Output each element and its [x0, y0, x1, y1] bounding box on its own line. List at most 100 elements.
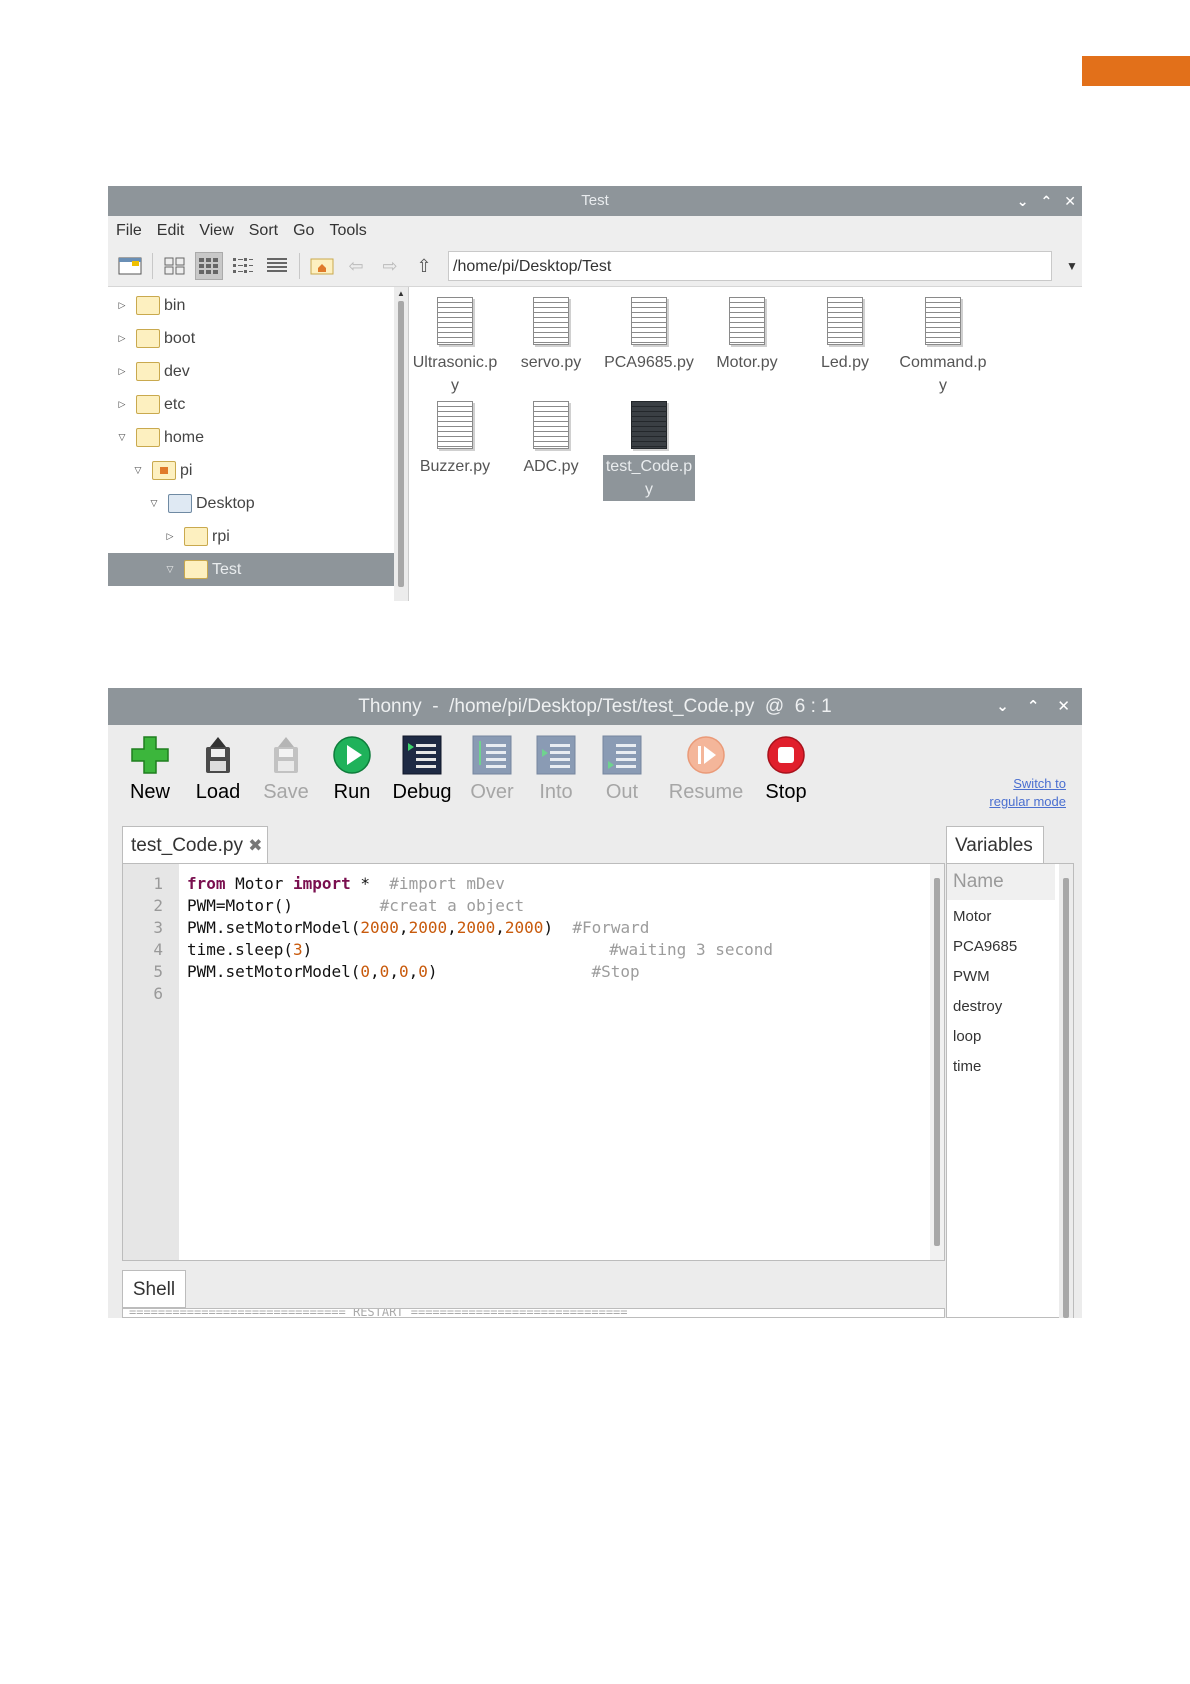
file-item[interactable]: servo.py: [505, 297, 597, 374]
variables-name-header[interactable]: Name: [947, 864, 1055, 900]
line-number-gutter: 1 2 3 4 5 6: [123, 864, 179, 1260]
tree-item-dev[interactable]: ▷ dev: [108, 355, 394, 388]
maximize-icon[interactable]: ⌃: [1041, 186, 1053, 216]
text-file-icon: [533, 297, 569, 345]
scrollbar-thumb[interactable]: [398, 301, 404, 587]
side-pane-toggle-icon[interactable]: [116, 252, 144, 280]
home-folder-icon[interactable]: [308, 252, 336, 280]
expand-arrow-icon[interactable]: ▷: [116, 399, 128, 410]
file-item[interactable]: Motor.py: [701, 297, 793, 374]
collapse-arrow-icon[interactable]: ▽: [132, 465, 144, 476]
tree-item-pi[interactable]: ▽ pi: [108, 454, 394, 487]
text-file-icon: [437, 401, 473, 449]
variables-scrollbar[interactable]: [1059, 864, 1073, 1318]
window-title: Test: [581, 192, 609, 209]
close-tab-icon[interactable]: ✖: [248, 836, 262, 855]
maximize-icon[interactable]: ⌃: [1027, 688, 1040, 725]
tree-item-rpi[interactable]: ▷ rpi: [108, 520, 394, 553]
file-item[interactable]: Command.p y: [897, 297, 989, 397]
tree-item-bin[interactable]: ▷ bin: [108, 289, 394, 322]
forward-arrow-icon[interactable]: ⇨: [376, 252, 404, 280]
plus-icon: [130, 735, 170, 775]
file-item[interactable]: ADC.py: [505, 401, 597, 478]
path-dropdown-icon[interactable]: ▼: [1062, 259, 1082, 273]
tab-test-code[interactable]: test_Code.py ✖: [122, 826, 268, 864]
close-icon[interactable]: ✕: [1064, 186, 1076, 216]
directory-tree: ▷ bin ▷ boot ▷ dev ▷ etc ▽ home ▽ pi ▽ D…: [108, 287, 395, 601]
menu-edit[interactable]: Edit: [157, 222, 185, 240]
debug-button[interactable]: Debug: [382, 725, 462, 804]
expand-arrow-icon[interactable]: ▷: [116, 366, 128, 377]
menu-sort[interactable]: Sort: [249, 222, 278, 240]
tree-item-desktop[interactable]: ▽ Desktop: [108, 487, 394, 520]
scrollbar-thumb[interactable]: [934, 878, 940, 1246]
file-manager-titlebar: Test ⌄ ⌃ ✕: [108, 186, 1082, 216]
code-line-4: time.sleep(3) #waiting 3 second: [187, 940, 774, 959]
compact-view-icon[interactable]: [229, 252, 257, 280]
thumbnail-view-icon[interactable]: [195, 252, 223, 280]
variable-row[interactable]: time: [953, 1058, 981, 1075]
step-out-icon: [602, 735, 642, 775]
collapse-arrow-icon[interactable]: ▽: [148, 498, 160, 509]
file-item[interactable]: Led.py: [799, 297, 891, 374]
floppy-save-icon: [266, 735, 306, 775]
menu-bar: File Edit View Sort Go Tools: [108, 216, 1082, 246]
tree-scrollbar[interactable]: ▲: [394, 287, 409, 601]
icon-view-icon[interactable]: [161, 252, 189, 280]
file-list: Ultrasonic.p y servo.py PCA9685.py Motor…: [409, 287, 1082, 601]
menu-tools[interactable]: Tools: [329, 222, 366, 240]
tree-item-boot[interactable]: ▷ boot: [108, 322, 394, 355]
thonny-titlebar: Thonny - /home/pi/Desktop/Test/test_Code…: [108, 688, 1082, 725]
code-line-2: PWM=Motor() #creat a object: [187, 896, 525, 915]
collapse-arrow-icon[interactable]: ▽: [164, 564, 176, 575]
shell-output[interactable]: ============================== RESTART =…: [122, 1308, 945, 1318]
menu-view[interactable]: View: [199, 222, 233, 240]
switch-mode-link[interactable]: Switch to regular mode: [989, 775, 1066, 811]
code-editor[interactable]: 1 2 3 4 5 6 from Motor import * #import …: [122, 863, 945, 1261]
variable-row[interactable]: PCA9685: [953, 938, 1017, 955]
variable-row[interactable]: PWM: [953, 968, 990, 985]
expand-arrow-icon[interactable]: ▷: [164, 531, 176, 542]
collapse-arrow-icon[interactable]: ▽: [116, 432, 128, 443]
file-item-selected[interactable]: test_Code.p y: [603, 401, 695, 501]
line-number: 6: [153, 984, 163, 1003]
folder-icon: [184, 560, 208, 579]
menu-file[interactable]: File: [116, 222, 142, 240]
line-number: 5: [153, 962, 163, 981]
variable-row[interactable]: destroy: [953, 998, 1002, 1015]
stop-icon: [766, 735, 806, 775]
back-arrow-icon[interactable]: ⇦: [342, 252, 370, 280]
tree-item-test[interactable]: ▽ Test: [108, 553, 394, 586]
text-file-icon: [925, 297, 961, 345]
stop-button[interactable]: Stop: [746, 725, 826, 804]
file-item[interactable]: Ultrasonic.p y: [409, 297, 501, 397]
text-file-icon: [631, 297, 667, 345]
expand-arrow-icon[interactable]: ▷: [116, 333, 128, 344]
resume-button[interactable]: Resume: [656, 725, 756, 804]
variable-row[interactable]: loop: [953, 1028, 981, 1045]
tree-item-home[interactable]: ▽ home: [108, 421, 394, 454]
up-arrow-icon[interactable]: ⇧: [410, 252, 438, 280]
minimize-icon[interactable]: ⌄: [1017, 186, 1029, 216]
path-input[interactable]: /home/pi/Desktop/Test: [448, 251, 1052, 281]
tree-item-etc[interactable]: ▷ etc: [108, 388, 394, 421]
close-icon[interactable]: ✕: [1057, 688, 1070, 725]
menu-go[interactable]: Go: [293, 222, 314, 240]
run-button[interactable]: Run: [312, 725, 392, 804]
variable-row[interactable]: Motor: [953, 908, 991, 925]
scrollbar-thumb[interactable]: [1063, 878, 1069, 1318]
folder-icon: [136, 329, 160, 348]
file-item[interactable]: PCA9685.py: [603, 297, 695, 374]
text-file-icon: [437, 297, 473, 345]
code-line-3: PWM.setMotorModel(2000,2000,2000,2000) #…: [187, 918, 650, 937]
tab-shell[interactable]: Shell: [122, 1270, 186, 1308]
list-view-icon[interactable]: [263, 252, 291, 280]
step-out-button[interactable]: Out: [582, 725, 662, 804]
scroll-up-icon[interactable]: ▲: [397, 289, 405, 298]
minimize-icon[interactable]: ⌄: [996, 688, 1009, 725]
line-number: 3: [153, 918, 163, 937]
tab-variables[interactable]: Variables: [946, 826, 1044, 864]
expand-arrow-icon[interactable]: ▷: [116, 300, 128, 311]
editor-scrollbar[interactable]: [930, 864, 944, 1260]
file-item[interactable]: Buzzer.py: [409, 401, 501, 478]
